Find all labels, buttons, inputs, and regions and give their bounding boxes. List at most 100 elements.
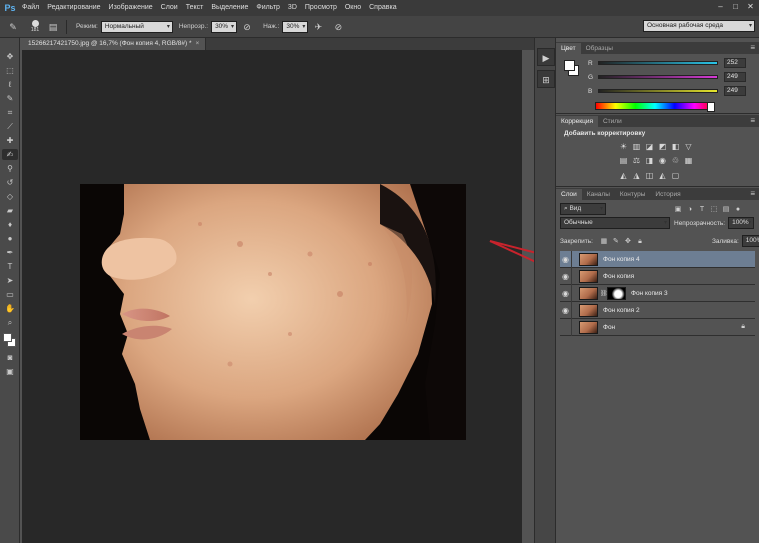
lock-all-icon[interactable]: 🔒︎	[636, 237, 644, 246]
adjustment-icon[interactable]: ▤	[618, 156, 629, 166]
channel-value-field[interactable]: 249	[724, 72, 746, 82]
tab-swatches[interactable]: Образцы	[581, 43, 618, 54]
visibility-eye-icon[interactable]: ◉	[560, 267, 572, 285]
adjustment-icon[interactable]: ◨	[644, 156, 655, 166]
clone-stamp-tool-icon[interactable]: ⚲	[2, 163, 18, 174]
maximize-icon[interactable]: □	[731, 2, 740, 11]
healing-tool-icon[interactable]: ✚	[2, 135, 18, 146]
opacity-field[interactable]: 30%	[211, 20, 238, 33]
tab-layers[interactable]: Слои	[556, 189, 582, 200]
channel-slider[interactable]	[598, 89, 718, 93]
tablet-opacity-icon[interactable]: ⊘	[240, 20, 254, 34]
tab-color[interactable]: Цвет	[556, 43, 581, 54]
tab-history[interactable]: История	[650, 189, 685, 200]
adjustment-icon[interactable]: ▽	[683, 142, 694, 152]
eraser-tool-icon[interactable]: ◇	[2, 191, 18, 202]
hand-tool-icon[interactable]: ✋	[2, 303, 18, 314]
adjustment-icon[interactable]: ◭	[618, 171, 629, 181]
channel-value-field[interactable]: 249	[724, 86, 746, 96]
workspace-select[interactable]: Основная рабочая среда	[643, 20, 755, 32]
menu-item[interactable]: Окно	[341, 0, 365, 16]
pixel-filter-icon[interactable]: ▣	[674, 205, 682, 214]
adjustment-filter-icon[interactable]: ◑	[686, 205, 694, 214]
properties-panel-icon[interactable]: ⊞	[537, 70, 555, 88]
actions-panel-icon[interactable]: ▶	[537, 48, 555, 66]
move-tool-icon[interactable]: ✥	[2, 51, 18, 62]
layer-mask-thumbnail[interactable]	[607, 286, 626, 300]
canvas-area[interactable]	[22, 50, 522, 543]
flow-field[interactable]: 30%	[282, 20, 309, 33]
fill-field[interactable]: 100%	[741, 235, 759, 247]
visibility-eye-icon[interactable]: ◉	[560, 318, 572, 336]
layer-opacity-field[interactable]: 100%	[728, 217, 755, 229]
tablet-size-icon[interactable]: ⊘	[331, 20, 345, 34]
adjustment-icon[interactable]: ♲	[670, 156, 681, 166]
menu-item[interactable]: Просмотр	[301, 0, 341, 16]
menu-item[interactable]: 3D	[284, 0, 301, 16]
channel-slider[interactable]	[598, 75, 718, 79]
color-spectrum[interactable]	[595, 102, 715, 112]
lock-position-icon[interactable]: ✥	[624, 237, 632, 246]
tab-adjustments[interactable]: Коррекция	[556, 116, 598, 127]
menu-item[interactable]: Фильтр	[252, 0, 284, 16]
visibility-eye-icon[interactable]: ◉	[560, 284, 572, 302]
eyedropper-tool-icon[interactable]: ⟋	[2, 121, 18, 132]
layer-row[interactable]: ◉ Фон копия 4	[560, 250, 755, 268]
close-tab-icon[interactable]: ×	[196, 40, 200, 47]
layer-row[interactable]: ◉ ⛓ Фон копия 3	[560, 284, 755, 302]
brush-preset-icon[interactable]: ✎	[6, 20, 20, 34]
pen-tool-icon[interactable]: ✒	[2, 247, 18, 258]
foreground-color-swatch[interactable]	[3, 333, 12, 342]
menu-item[interactable]: Выделение	[207, 0, 252, 16]
airbrush-icon[interactable]: ✈	[311, 20, 325, 34]
channel-value-field[interactable]: 252	[724, 58, 746, 68]
color-swatches[interactable]	[1, 332, 19, 348]
smart-object-filter-icon[interactable]: ▤	[722, 205, 730, 214]
filter-toggle-icon[interactable]: ●	[734, 205, 742, 214]
adjustment-icon[interactable]: ⚖	[631, 156, 642, 166]
tab-channels[interactable]: Каналы	[582, 189, 615, 200]
brush-panel-icon[interactable]: ▤	[46, 20, 60, 34]
type-tool-icon[interactable]: T	[2, 261, 18, 272]
visibility-eye-icon[interactable]: ◉	[560, 250, 572, 268]
adjustment-icon[interactable]: ▦	[683, 156, 694, 166]
brush-size-picker[interactable]: 181	[27, 19, 43, 34]
crop-tool-icon[interactable]: ⌗	[2, 107, 18, 118]
adjustment-icon[interactable]: ◉	[657, 156, 668, 166]
adjustment-icon[interactable]: ◮	[631, 171, 642, 181]
document-image[interactable]	[80, 184, 466, 440]
panel-menu-icon[interactable]: ≡	[750, 116, 755, 125]
menu-item[interactable]: Редактирование	[43, 0, 104, 16]
adjustment-icon[interactable]: ◧	[670, 142, 681, 152]
panel-menu-icon[interactable]: ≡	[750, 43, 755, 52]
document-tab[interactable]: 1526621742175​0.jpg @ 16,7% (Фон копия 4…	[22, 38, 207, 50]
blend-mode-select[interactable]: Обычные	[560, 217, 670, 229]
shape-filter-icon[interactable]: ⬚	[710, 205, 718, 214]
menu-item[interactable]: Текст	[182, 0, 208, 16]
menu-item[interactable]: Файл	[18, 0, 43, 16]
adjustment-icon[interactable]: ◩	[657, 142, 668, 152]
panel-menu-icon[interactable]: ≡	[750, 189, 755, 198]
tab-styles[interactable]: Стили	[598, 116, 627, 127]
adjustment-icon[interactable]: ◫	[644, 171, 655, 181]
screen-mode-icon[interactable]: ▣	[2, 366, 18, 377]
tab-paths[interactable]: Контуры	[615, 189, 651, 200]
visibility-eye-icon[interactable]: ◉	[560, 301, 572, 319]
layer-row[interactable]: ◉ Фон копия 2	[560, 301, 755, 319]
layer-row[interactable]: ◉ Фон 🔒︎	[560, 318, 755, 336]
dodge-tool-icon[interactable]: ●	[2, 233, 18, 244]
quick-mask-icon[interactable]: ◙	[2, 352, 18, 363]
menu-item[interactable]: Слои	[157, 0, 182, 16]
mode-select[interactable]: Нормальный	[100, 20, 173, 33]
blur-tool-icon[interactable]: ♦	[2, 219, 18, 230]
menu-item[interactable]: Изображение	[105, 0, 157, 16]
brush-tool-icon[interactable]: ✍	[2, 149, 18, 160]
adjustment-icon[interactable]: ◭	[657, 171, 668, 181]
menu-item[interactable]: Справка	[365, 0, 400, 16]
lasso-tool-icon[interactable]: ℓ	[2, 79, 18, 90]
history-brush-tool-icon[interactable]: ↺	[2, 177, 18, 188]
minimize-icon[interactable]: –	[716, 2, 725, 11]
mask-link-icon[interactable]: ⛓	[600, 290, 608, 297]
adjustment-icon[interactable]: ▥	[631, 142, 642, 152]
lock-pixels-icon[interactable]: ✎	[612, 237, 620, 246]
